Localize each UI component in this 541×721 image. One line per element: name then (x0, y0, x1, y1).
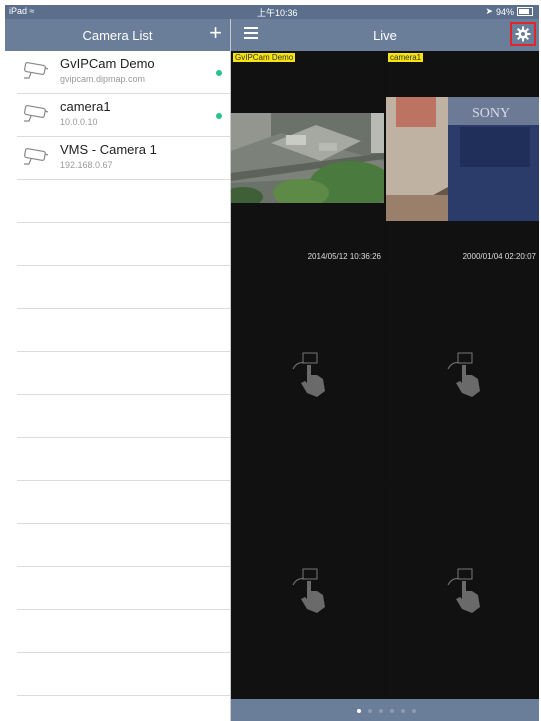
live-panel: Live GvIPCam Demo 2014/05/12 10:36:26 SO… (231, 19, 539, 721)
empty-list-row (17, 438, 230, 481)
empty-list-row (17, 223, 230, 266)
live-feed-image: SONY (386, 97, 539, 221)
camera-name: VMS - Camera 1 (60, 142, 157, 157)
camera-list: GvIPCam Demo gvipcam.dipmap.com camera1 … (5, 51, 230, 696)
empty-video-cell[interactable] (386, 483, 539, 697)
page-dot[interactable] (368, 709, 372, 713)
live-header: Live (231, 19, 539, 51)
empty-video-cell[interactable] (231, 267, 384, 481)
camera-address: 192.168.0.67 (60, 160, 113, 170)
empty-list-row (17, 180, 230, 223)
page-dot-active[interactable] (357, 709, 361, 713)
online-status-dot (216, 70, 222, 76)
camera-list-item[interactable]: camera1 10.0.0.10 (17, 94, 230, 137)
tap-hand-icon (447, 352, 480, 397)
video-cell-camera1[interactable]: SONY camera1 2000/01/04 02:20:07 (386, 51, 539, 265)
empty-video-cell[interactable] (386, 267, 539, 481)
empty-list-row (17, 653, 230, 696)
live-feed-image (231, 113, 384, 203)
empty-list-row (17, 309, 230, 352)
status-bar: iPad ≈ 上午10:36 ➤ 94% (5, 5, 539, 19)
status-time: 上午10:36 (257, 8, 298, 18)
camera-address: 10.0.0.10 (60, 117, 98, 127)
svg-text:SONY: SONY (472, 106, 510, 121)
camera-list-title: Camera List (82, 28, 153, 43)
video-grid: GvIPCam Demo 2014/05/12 10:36:26 SONY ca… (231, 51, 539, 699)
camera-name: camera1 (60, 99, 111, 114)
page-dot[interactable] (412, 709, 416, 713)
camera-list-header: Camera List + (5, 19, 230, 51)
empty-list-row (17, 524, 230, 567)
page-dot[interactable] (390, 709, 394, 713)
add-camera-button[interactable]: + (209, 22, 222, 44)
empty-list-row (17, 610, 230, 653)
camera-list-item[interactable]: VMS - Camera 1 192.168.0.67 (17, 137, 230, 180)
carrier-text: iPad ≈ (9, 6, 35, 16)
battery-icon (517, 7, 533, 16)
battery-percent: 94% (495, 6, 514, 17)
tap-hand-icon (292, 352, 325, 397)
camera-name: GvIPCam Demo (60, 56, 155, 71)
camera-list-panel: Camera List + GvIPCam Demo gvipcam.dipma… (5, 19, 231, 721)
camera-list-item[interactable]: GvIPCam Demo gvipcam.dipmap.com (17, 51, 230, 94)
page-indicator[interactable] (231, 699, 539, 721)
tap-hand-icon (292, 568, 325, 613)
video-timestamp: 2014/05/12 10:36:26 (307, 252, 381, 261)
wifi-icon: ≈ (29, 6, 35, 16)
tap-hand-icon (447, 568, 480, 613)
online-status-dot (216, 113, 222, 119)
empty-list-row (17, 481, 230, 524)
video-cell-gvipcam-demo[interactable]: GvIPCam Demo 2014/05/12 10:36:26 (231, 51, 384, 265)
settings-button[interactable] (510, 22, 536, 46)
empty-list-row (17, 567, 230, 610)
camera-label: GvIPCam Demo (233, 53, 296, 62)
live-title: Live (373, 28, 397, 43)
empty-list-row (17, 266, 230, 309)
location-icon: ➤ (485, 6, 493, 16)
video-timestamp: 2000/01/04 02:20:07 (462, 252, 536, 261)
camera-label: camera1 (388, 53, 424, 62)
camera-icon (24, 105, 49, 122)
camera-icon (24, 62, 49, 79)
app-window: iPad ≈ 上午10:36 ➤ 94% Camera List + GvIPC… (5, 5, 539, 721)
page-dot[interactable] (401, 709, 405, 713)
gear-icon (515, 26, 531, 42)
empty-video-cell[interactable] (231, 483, 384, 697)
page-dot[interactable] (379, 709, 383, 713)
empty-list-row (17, 352, 230, 395)
camera-address: gvipcam.dipmap.com (60, 74, 146, 84)
empty-list-row (17, 395, 230, 438)
status-right: ➤ 94% (485, 6, 533, 17)
camera-icon (24, 148, 49, 165)
